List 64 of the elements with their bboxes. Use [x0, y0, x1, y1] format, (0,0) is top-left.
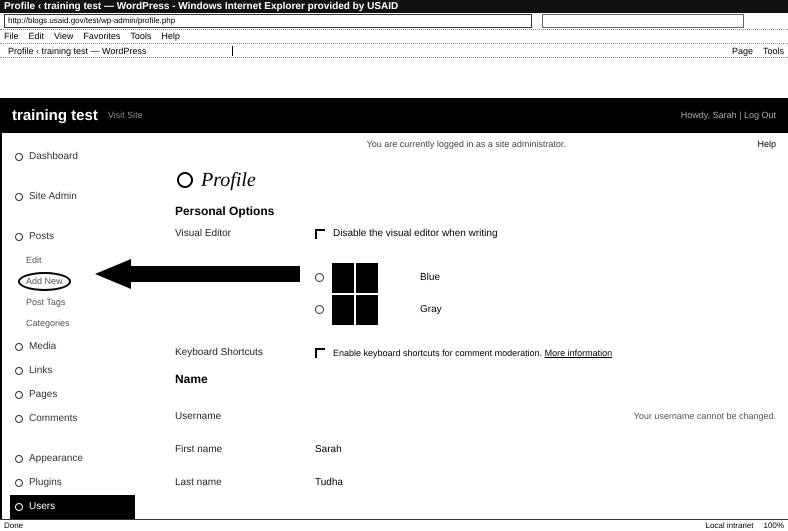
sidebar-item[interactable]: Links [10, 358, 135, 383]
help-tab[interactable]: Help [758, 138, 776, 149]
field-note: Your username cannot be changed. [634, 411, 776, 422]
color-swatch [330, 262, 378, 293]
menu-item[interactable]: View [54, 31, 74, 42]
field-value: Tudha [315, 476, 343, 488]
menu-icon [14, 232, 24, 242]
radio-button[interactable] [315, 273, 324, 282]
menu-icon [14, 478, 24, 488]
menu-item[interactable]: Tools [130, 31, 152, 42]
menu-icon [14, 152, 24, 162]
color-swatch [330, 294, 378, 325]
menu-icon [14, 414, 24, 424]
menu-icon [14, 502, 24, 512]
menu-icon [14, 192, 24, 202]
menu-item[interactable]: Help [161, 31, 180, 42]
browser-tab[interactable]: Profile ‹ training test — WordPress [4, 46, 233, 56]
menu-item[interactable]: File [4, 31, 19, 42]
field-label: Last name [175, 476, 223, 488]
more-info-link[interactable]: More information [544, 348, 612, 358]
notice-text: You are currently logged in as a site administrator. [366, 138, 566, 149]
field-label: Keyboard Shortcuts [175, 347, 264, 358]
menu-icon [14, 454, 24, 464]
field-label: First name [175, 444, 224, 455]
scheme-name: Blue [420, 272, 440, 284]
menu-item[interactable]: Edit [28, 31, 44, 42]
site-title[interactable]: training test [12, 106, 98, 124]
sidebar-item[interactable]: Plugins [10, 470, 135, 495]
sidebar-item[interactable]: Pages [10, 382, 135, 407]
scheme-name: Gray [420, 304, 442, 316]
sidebar-subitem[interactable]: Post Tags [18, 292, 74, 312]
sidebar-item[interactable]: Users [10, 494, 135, 519]
sidebar-item[interactable]: Media [10, 334, 135, 359]
menu-icon [14, 342, 24, 352]
option-label: Enable keyboard shortcuts for comment moderation. More information [333, 348, 612, 358]
zone-text: Local intranet [706, 520, 754, 530]
status-text: Done [4, 520, 24, 530]
address-field[interactable]: http://blogs.usaid.gov/test/wp-admin/profile.php [4, 14, 532, 28]
zoom-level[interactable]: 100% [764, 520, 784, 530]
command-button[interactable]: Tools [762, 46, 784, 56]
sidebar-item[interactable]: Appearance [10, 446, 135, 471]
page-title: Profile [201, 168, 256, 192]
menu-item[interactable]: Favorites [83, 31, 120, 42]
field-label: Visual Editor [175, 228, 232, 240]
command-button[interactable]: Page [732, 46, 753, 56]
sidebar-item[interactable]: Posts [10, 224, 135, 249]
option-label: Disable the visual editor when writing [333, 228, 498, 240]
section-heading: Name [175, 372, 209, 386]
field-value: Sarah [315, 444, 342, 455]
section-heading: Personal Options [175, 204, 276, 218]
sidebar-item[interactable]: Comments [10, 406, 135, 431]
window-title: Profile ‹ training test — WordPress - Windows Internet Explorer provided by USAID [4, 1, 398, 12]
user-links: Howdy, Sarah | Log Out [680, 110, 776, 120]
sidebar-subitem[interactable]: Add New [18, 272, 71, 291]
sidebar-subitem[interactable]: Edit [18, 250, 50, 270]
field-label: Username [175, 410, 222, 422]
sidebar-subitem[interactable]: Categories [18, 314, 78, 333]
radio-button[interactable] [315, 305, 324, 314]
search-field[interactable] [542, 14, 744, 28]
visit-site-link[interactable]: Visit Site [108, 110, 143, 120]
sidebar-item[interactable]: Dashboard [10, 144, 135, 169]
menu-icon [14, 390, 24, 400]
sidebar-item[interactable]: Site Admin [10, 184, 135, 209]
menu-icon [14, 366, 24, 376]
